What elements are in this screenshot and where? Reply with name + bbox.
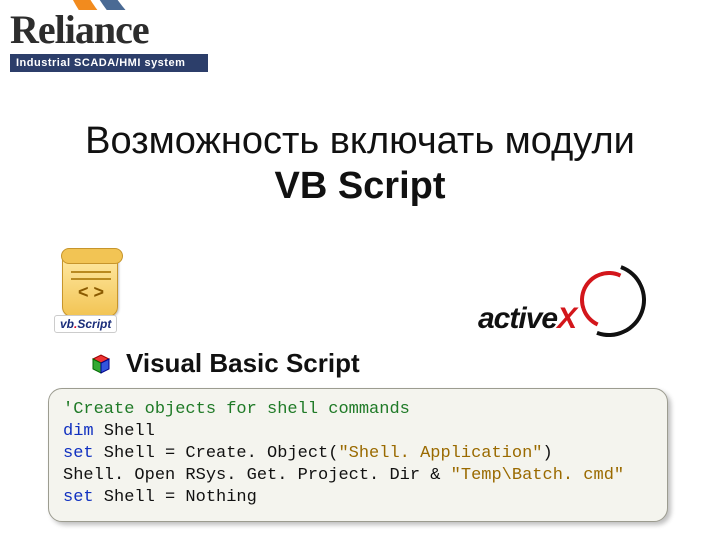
subtitle-text: Visual Basic Script [126,348,360,379]
code-line-2: dim Shell [63,421,653,443]
code-snippet: 'Create objects for shell commands dim S… [48,388,668,522]
reliance-logo: Reliance Industrial SCADA/HMI system [10,10,220,82]
slide-heading: Возможность включать модули VB Script [0,120,720,208]
heading-line2: VB Script [0,165,720,208]
heading-line1: Возможность включать модули [0,120,720,163]
activex-swirl-icon [570,261,648,339]
code-line-3: set Shell = Create. Object("Shell. Appli… [63,443,653,465]
code-line-4: Shell. Open RSys. Get. Project. Dir & "T… [63,465,653,487]
code-line-5: set Shell = Nothing [63,487,653,509]
activex-logo: activeX [478,265,648,350]
subtitle-row: Visual Basic Script [88,348,360,379]
vbscript-icon: vb.Script [62,255,152,345]
activex-wordmark: activeX [478,302,576,336]
vbscript-badge: vb.Script [54,315,117,333]
code-line-1: 'Create objects for shell commands [63,399,653,421]
cube-icon [88,353,114,375]
logo-subtitle: Industrial SCADA/HMI system [10,54,208,72]
scroll-icon [62,255,118,317]
logo-wordmark: Reliance [10,10,220,50]
slide: Reliance Industrial SCADA/HMI system Воз… [0,0,720,540]
